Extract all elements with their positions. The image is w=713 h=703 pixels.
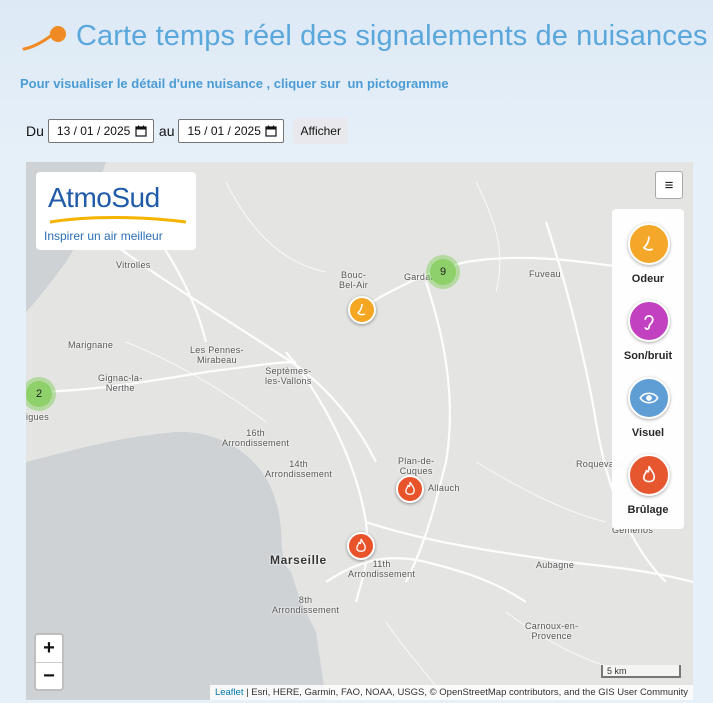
afficher-button[interactable]: Afficher bbox=[293, 118, 348, 144]
layers-icon: ≡ bbox=[664, 176, 674, 194]
place-label-city: Marseille bbox=[270, 553, 327, 567]
cluster-count: 9 bbox=[430, 259, 456, 285]
zoom-control: + − bbox=[34, 633, 64, 691]
flame-icon bbox=[356, 538, 366, 552]
to-label: au bbox=[158, 123, 175, 139]
brand-slogan: Inspirer un air meilleur bbox=[44, 229, 163, 243]
place-label: Allauch bbox=[428, 483, 460, 493]
attribution-text: | Esri, HERE, Garmin, FAO, NOAA, USGS, ©… bbox=[243, 687, 688, 698]
place-label: Fuveau bbox=[529, 269, 561, 279]
flame-icon bbox=[405, 481, 415, 495]
from-date-value: 13 / 01 / 2025 bbox=[56, 124, 131, 138]
nose-icon[interactable] bbox=[628, 223, 670, 265]
place-label: 16th Arrondissement bbox=[222, 428, 290, 448]
zoom-in-button[interactable]: + bbox=[36, 635, 62, 663]
nose-icon bbox=[356, 303, 366, 316]
page-subtitle: Pour visualiser le détail d'une nuisance… bbox=[20, 76, 449, 91]
place-label: Carnoux-en- Provence bbox=[525, 621, 579, 641]
odeur-marker[interactable] bbox=[348, 296, 376, 324]
place-label: Vitrolles bbox=[116, 260, 151, 270]
legend-label: Odeur bbox=[631, 273, 665, 285]
from-label: Du bbox=[26, 123, 44, 139]
place-label: 8th Arrondissement bbox=[272, 595, 340, 615]
layers-button[interactable]: ≡ bbox=[655, 171, 683, 199]
place-label: 11th Arrondissement bbox=[348, 559, 416, 579]
atmosud-swoosh-icon bbox=[22, 26, 66, 51]
place-label: Bouc- Bel-Air bbox=[339, 270, 369, 290]
leaflet-link[interactable]: Leaflet bbox=[215, 687, 244, 698]
legend-label: Visuel bbox=[631, 427, 665, 439]
place-label: Marignane bbox=[68, 340, 114, 350]
scale-bar: 5 km bbox=[601, 665, 681, 678]
place-label: Plan-de- Cuques bbox=[398, 456, 435, 476]
brand-name: AtmoSud bbox=[48, 182, 160, 213]
legend-label: Son/bruit bbox=[623, 350, 673, 362]
to-date-input[interactable]: 15 / 01 / 2025 bbox=[178, 119, 285, 143]
page-title: Carte temps réel des signalements de nui… bbox=[76, 20, 708, 52]
calendar-icon[interactable] bbox=[135, 125, 147, 137]
calendar-icon[interactable] bbox=[265, 125, 278, 137]
legend-label: Brûlage bbox=[627, 504, 669, 516]
from-date-input[interactable]: 13 / 01 / 2025 bbox=[47, 119, 154, 143]
ear-icon[interactable] bbox=[628, 300, 670, 342]
place-label: Septèmes- les-Vallons bbox=[265, 366, 312, 386]
brulage-marker[interactable] bbox=[396, 475, 424, 503]
flame-icon[interactable] bbox=[628, 454, 670, 496]
brulage-marker[interactable] bbox=[347, 532, 375, 560]
eye-icon[interactable] bbox=[628, 377, 670, 419]
marker-cluster[interactable]: 9 bbox=[426, 255, 460, 289]
place-label: igues bbox=[26, 412, 50, 422]
map-attribution: Leaflet | Esri, HERE, Garmin, FAO, NOAA,… bbox=[209, 685, 693, 700]
place-label: Gignac-la- Nerthe bbox=[98, 373, 143, 393]
cluster-count: 2 bbox=[26, 381, 52, 407]
place-label: Les Pennes- Mirabeau bbox=[190, 345, 244, 365]
atmosud-logo: AtmoSud Inspirer un air meilleur bbox=[36, 172, 196, 250]
place-label: 14th Arrondissement bbox=[265, 459, 333, 479]
to-date-value: 15 / 01 / 2025 bbox=[187, 124, 261, 138]
zoom-out-button[interactable]: − bbox=[36, 663, 62, 690]
map[interactable]: AtmoSud Inspirer un air meilleur Vitroll… bbox=[26, 162, 693, 700]
legend-panel: Odeur Son/bruit Visuel Brûlage bbox=[612, 209, 684, 529]
date-filter: Du 13 / 01 / 2025 au 15 / 01 / 2025 Affi… bbox=[26, 118, 348, 144]
place-label: Aubagne bbox=[536, 560, 575, 570]
brand-wave-icon bbox=[49, 216, 187, 224]
